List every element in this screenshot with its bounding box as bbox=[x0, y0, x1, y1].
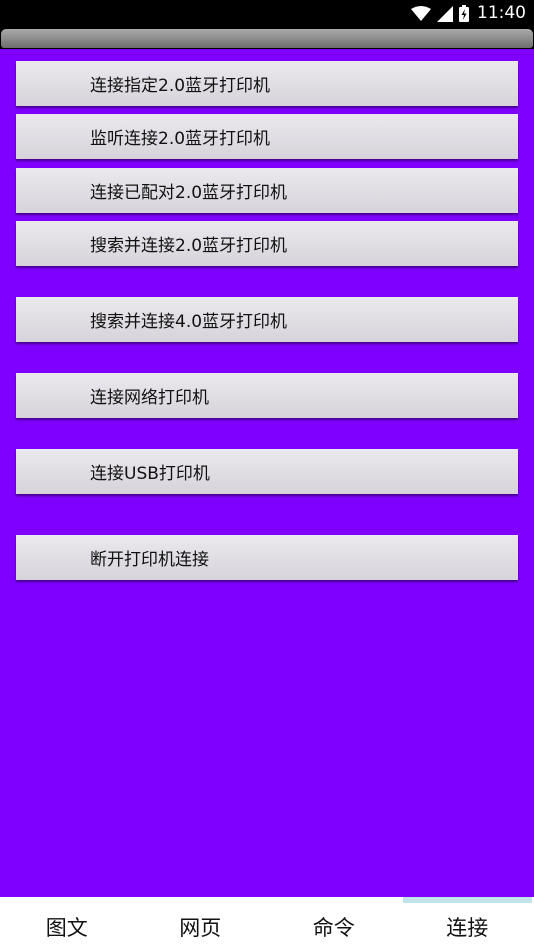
status-time: 11:40 bbox=[477, 3, 526, 23]
connection-panel: 连接指定2.0蓝牙打印机 监听连接2.0蓝牙打印机 连接已配对2.0蓝牙打印机 … bbox=[0, 49, 534, 897]
tab-connect-label: 连接 bbox=[446, 916, 489, 940]
search-connect-bt2-button[interactable]: 搜索并连接2.0蓝牙打印机 bbox=[16, 221, 518, 266]
active-tab-indicator bbox=[402, 897, 532, 903]
search-connect-bt4-button[interactable]: 搜索并连接4.0蓝牙打印机 bbox=[16, 297, 518, 342]
status-bar: 11:40 bbox=[0, 0, 534, 27]
wifi-icon bbox=[411, 5, 431, 22]
action-bar-background bbox=[1, 29, 533, 48]
connect-network-printer-button[interactable]: 连接网络打印机 bbox=[16, 373, 518, 418]
connect-paired-bt2-button[interactable]: 连接已配对2.0蓝牙打印机 bbox=[16, 168, 518, 213]
tab-command[interactable]: 命令 bbox=[267, 897, 401, 950]
bottom-nav: 图文 网页 命令 连接 bbox=[0, 897, 534, 950]
connect-specified-bt2-button[interactable]: 连接指定2.0蓝牙打印机 bbox=[16, 61, 518, 106]
tab-image-text-label: 图文 bbox=[45, 916, 88, 940]
action-bar bbox=[0, 27, 534, 49]
connect-usb-printer-button[interactable]: 连接USB打印机 bbox=[16, 449, 518, 494]
tab-connect[interactable]: 连接 bbox=[401, 897, 534, 950]
status-icons: 11:40 bbox=[411, 3, 526, 24]
tab-webpage[interactable]: 网页 bbox=[134, 897, 268, 950]
tab-command-label: 命令 bbox=[312, 916, 355, 940]
disconnect-printer-button[interactable]: 断开打印机连接 bbox=[16, 535, 518, 580]
battery-icon bbox=[459, 5, 469, 22]
signal-icon bbox=[437, 5, 453, 22]
tab-image-text[interactable]: 图文 bbox=[0, 897, 134, 950]
tab-webpage-label: 网页 bbox=[179, 916, 222, 940]
listen-connect-bt2-button[interactable]: 监听连接2.0蓝牙打印机 bbox=[16, 114, 518, 159]
